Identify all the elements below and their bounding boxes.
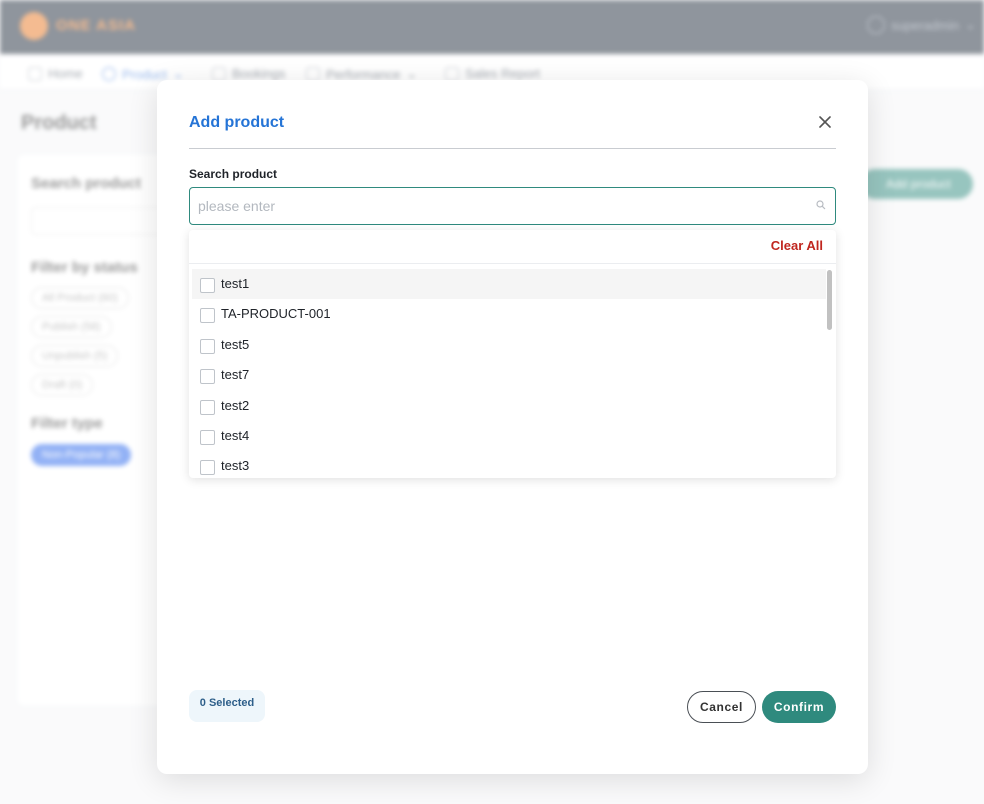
option-checkbox[interactable] — [200, 460, 215, 476]
option-checkbox[interactable] — [200, 308, 215, 324]
cancel-button[interactable]: Cancel — [687, 691, 756, 723]
product-option[interactable]: test2 — [192, 391, 826, 421]
option-checkbox[interactable] — [200, 399, 215, 415]
search-icon — [816, 200, 826, 210]
product-dropdown: Clear All test1 TA-PRODUCT-001 test5 test7 t… — [189, 230, 836, 478]
search-field[interactable] — [189, 187, 836, 225]
search-product-label: Search product — [189, 167, 278, 181]
product-option[interactable]: test7 — [192, 360, 826, 390]
product-option[interactable]: test4 — [192, 421, 826, 451]
product-option[interactable]: test3 — [192, 451, 826, 478]
clear-all-button[interactable]: Clear All — [771, 238, 823, 253]
selected-count-badge: 0 Selected — [189, 690, 265, 722]
option-label: test1 — [221, 276, 250, 291]
scrollbar[interactable] — [827, 270, 832, 330]
modal-title: Add product — [189, 114, 285, 131]
option-checkbox[interactable] — [200, 429, 215, 445]
product-option[interactable]: TA-PRODUCT-001 — [192, 299, 826, 329]
option-checkbox[interactable] — [200, 278, 215, 293]
divider — [189, 148, 836, 149]
option-label: test3 — [221, 458, 250, 474]
option-checkbox[interactable] — [200, 369, 215, 385]
option-label: test5 — [221, 336, 250, 352]
add-product-modal: Add product Search product Clear All tes… — [157, 80, 868, 774]
product-option-list: test1 TA-PRODUCT-001 test5 test7 test2 test4 t… — [192, 269, 826, 478]
confirm-button[interactable]: Confirm — [762, 691, 836, 723]
divider — [189, 263, 836, 264]
close-icon[interactable] — [817, 114, 833, 130]
option-label: test7 — [221, 367, 250, 383]
product-option[interactable]: test1 — [192, 269, 826, 300]
search-input[interactable] — [198, 188, 798, 223]
product-option[interactable]: test5 — [192, 330, 826, 360]
option-checkbox[interactable] — [200, 338, 215, 354]
option-label: test4 — [221, 427, 250, 443]
option-label: TA-PRODUCT-001 — [221, 306, 331, 322]
option-label: test2 — [221, 397, 250, 413]
